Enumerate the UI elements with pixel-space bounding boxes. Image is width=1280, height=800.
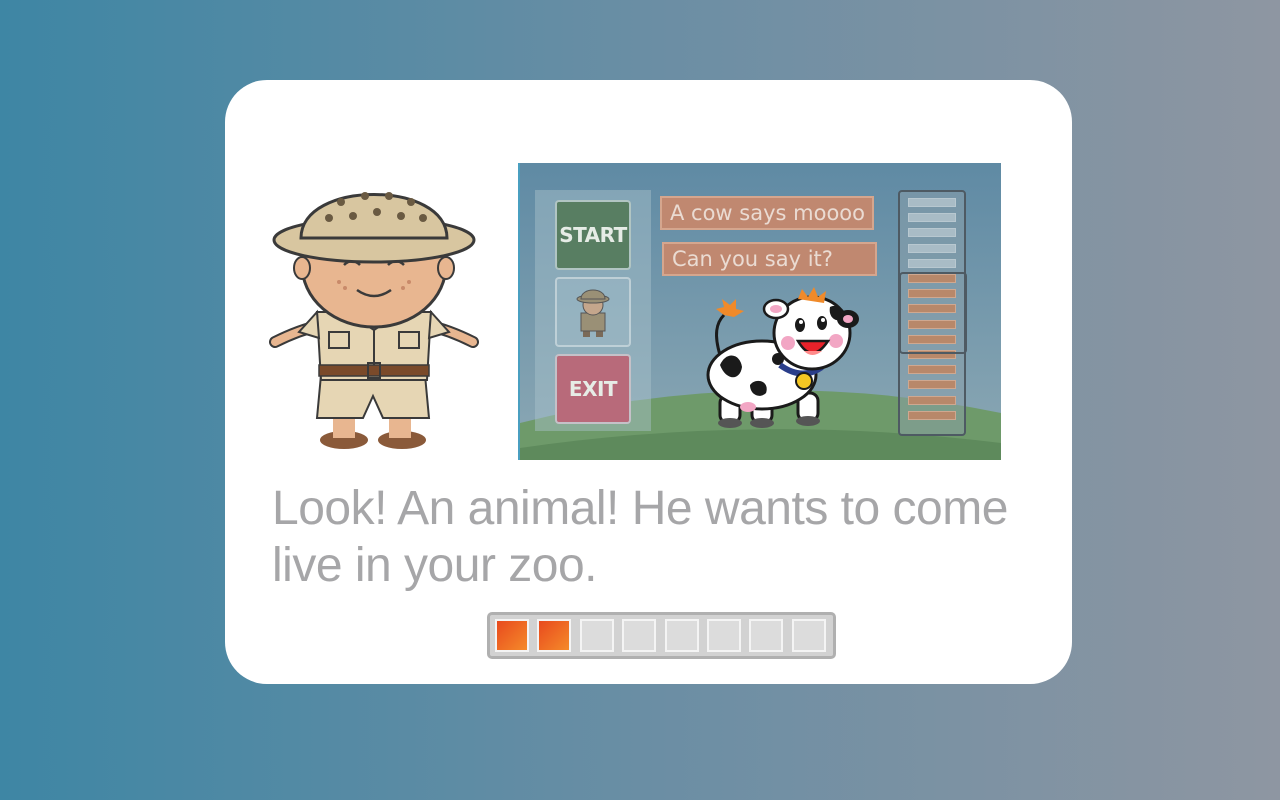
meter-window	[899, 272, 967, 354]
progress-step	[579, 619, 614, 652]
progress-step	[622, 619, 657, 652]
meter-segment	[908, 410, 956, 420]
meter-segment	[908, 258, 956, 268]
meter-segment	[908, 395, 956, 405]
guide-avatar-icon	[576, 289, 610, 337]
meter-segment	[908, 228, 956, 238]
meter-segment	[908, 198, 956, 207]
progress-step	[495, 619, 529, 652]
progress-step	[749, 619, 784, 652]
exit-button: EXIT	[555, 354, 631, 424]
voice-level-meter	[898, 190, 967, 436]
tutorial-progress-bar	[487, 612, 836, 659]
speech-bubble-2: Can you say it?	[662, 242, 877, 276]
progress-step	[707, 619, 741, 652]
meter-segment	[908, 243, 956, 253]
start-button: START	[555, 200, 631, 270]
safari-guide-character	[269, 192, 479, 449]
meter-segment	[908, 213, 956, 223]
caption-line-2: live in your zoo.	[272, 539, 598, 592]
game-preview: START EXIT A cow says moooo Can you say …	[518, 163, 1001, 460]
cow-character	[706, 287, 859, 428]
progress-step	[664, 619, 699, 652]
meter-segment	[908, 365, 956, 375]
tutorial-caption: Look! An animal! He wants to come live i…	[272, 480, 1032, 594]
game-side-panel: START EXIT	[535, 190, 651, 431]
speech-bubble-1: A cow says moooo	[660, 196, 874, 230]
tutorial-card: START EXIT A cow says moooo Can you say …	[225, 80, 1072, 684]
avatar-button	[555, 277, 631, 347]
progress-step	[537, 619, 572, 652]
caption-line-1: Look! An animal! He wants to come	[272, 482, 1008, 535]
meter-segment	[908, 380, 956, 390]
progress-step	[791, 619, 826, 652]
